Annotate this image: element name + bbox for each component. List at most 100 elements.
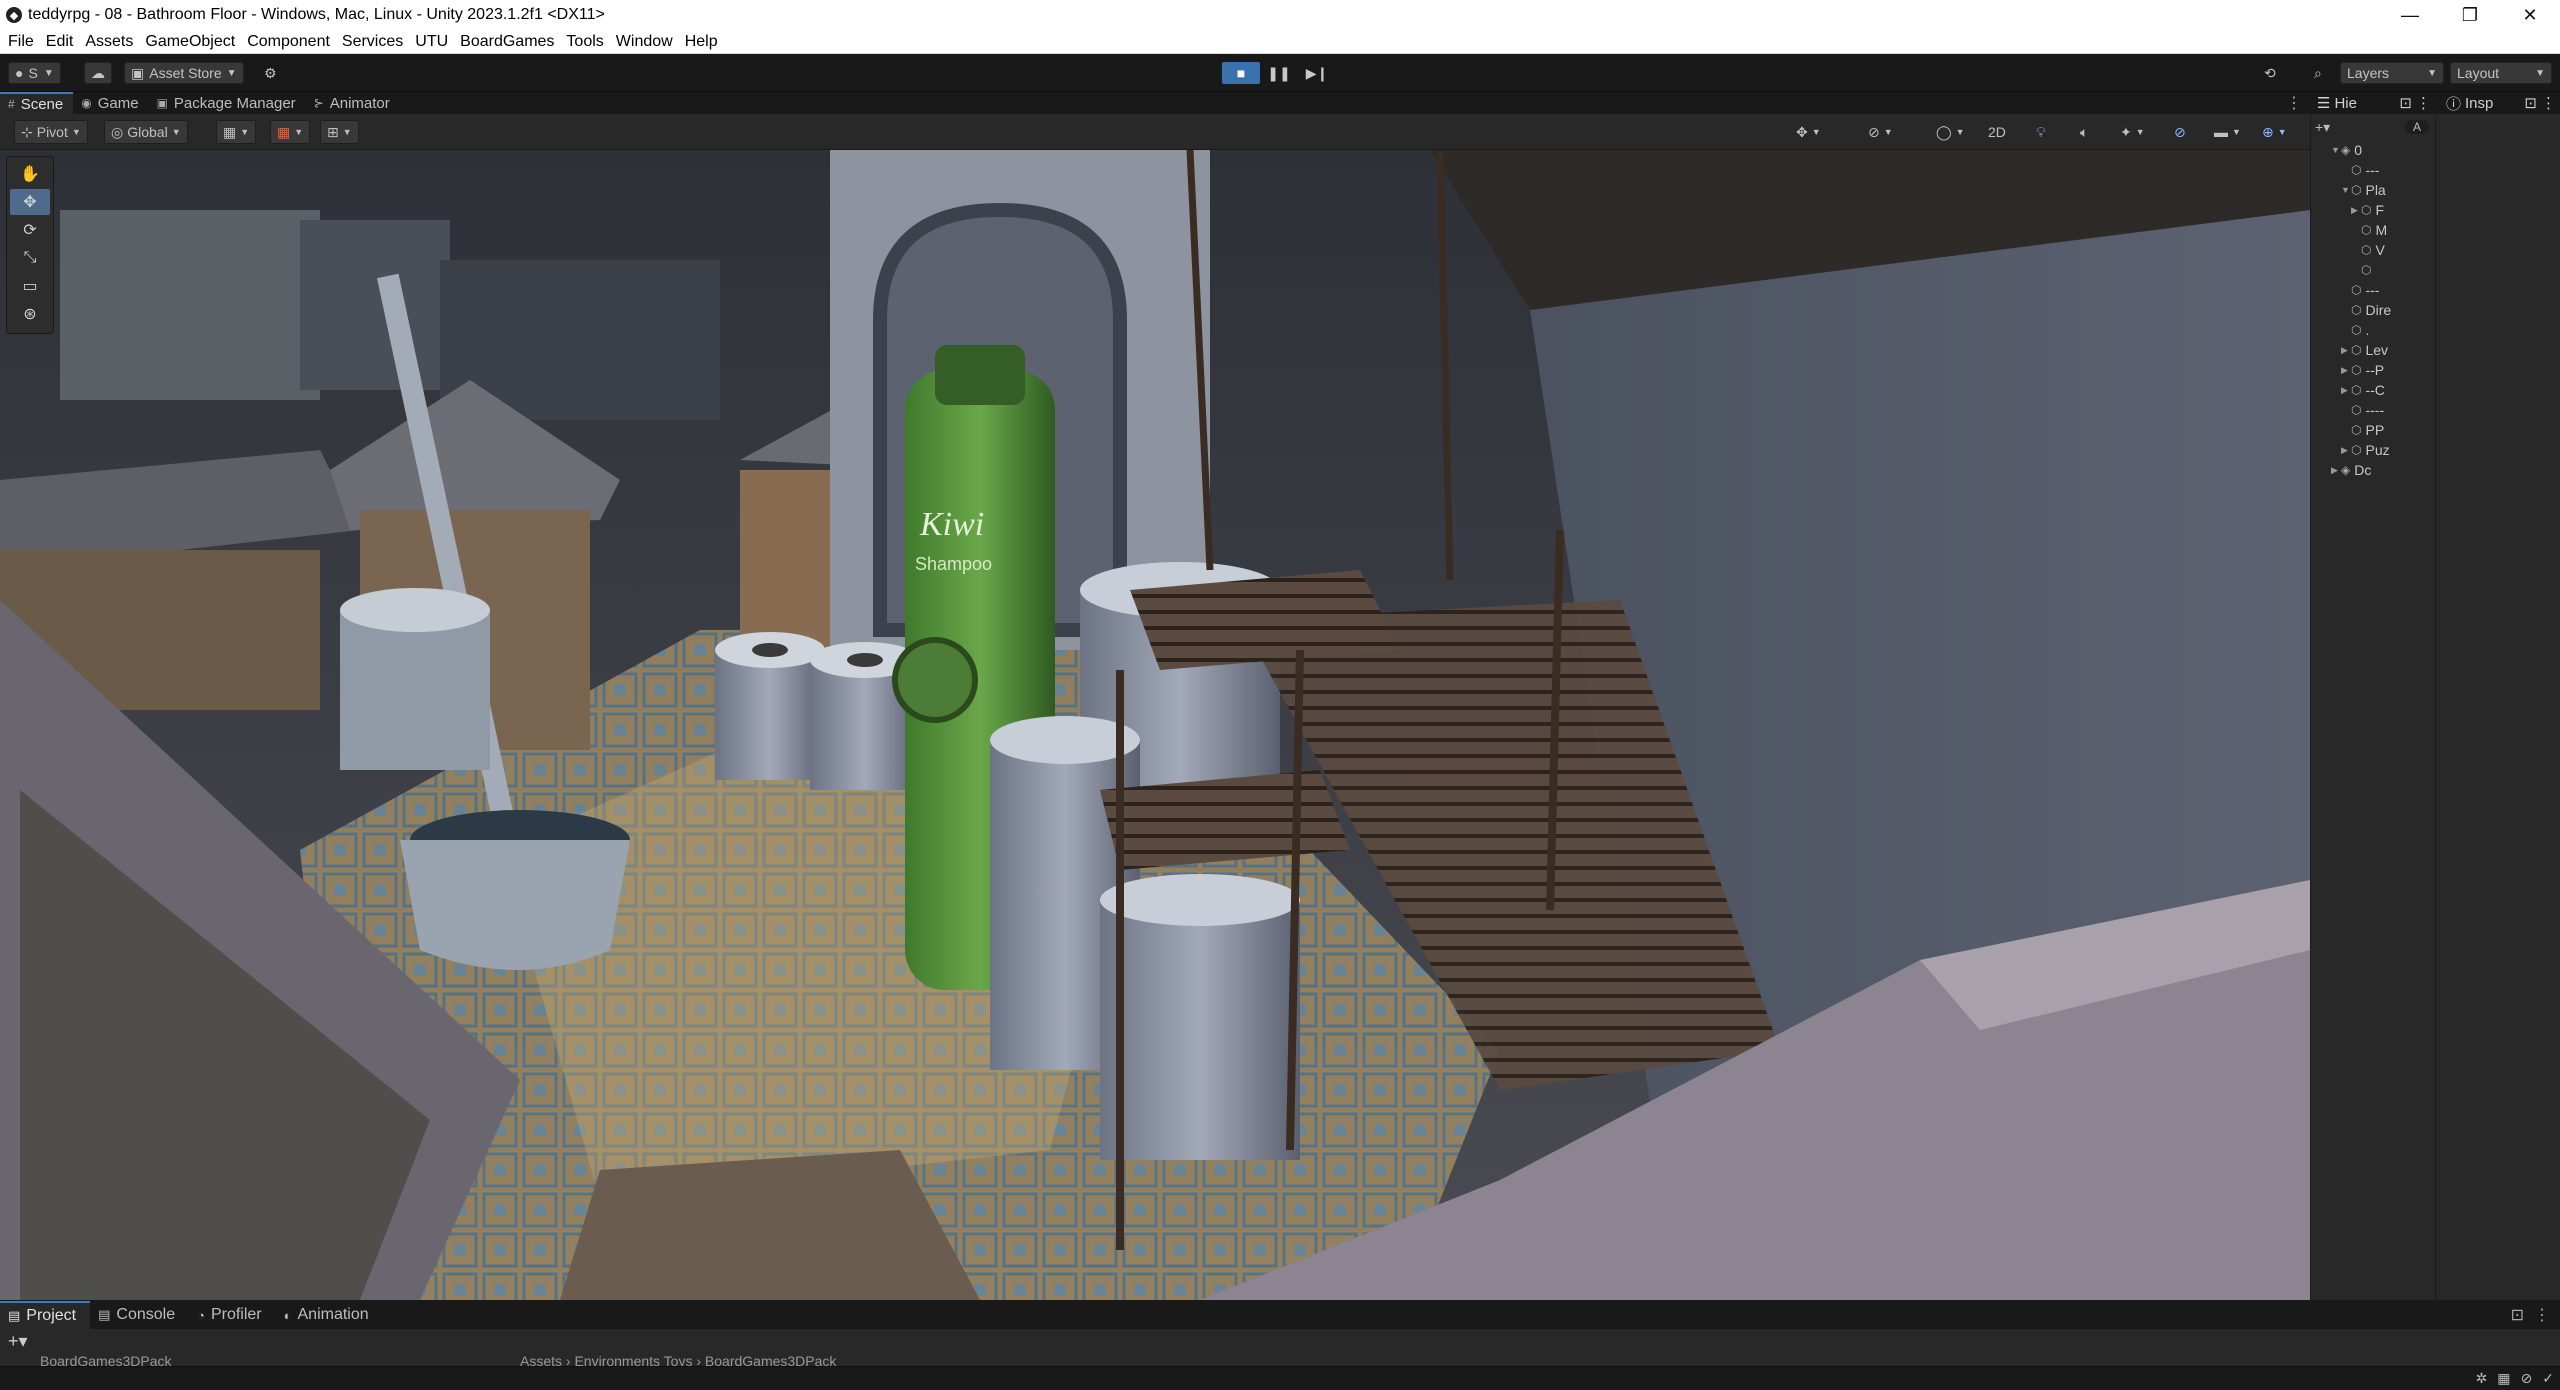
gizmos-dropdown[interactable]: ⊕ ▼ [2256,120,2293,144]
hierarchy-row[interactable]: ⬡ [2331,260,2435,280]
expand-arrow-icon[interactable]: ▶ [2351,205,2361,216]
search-button[interactable]: ⌕ [2308,62,2328,84]
hierarchy-row[interactable]: ⬡ M [2331,220,2435,240]
create-asset-button[interactable]: +▾ [8,1331,28,1352]
tab-profiler[interactable]: ◔ Profiler [189,1301,276,1329]
grid-plane-dropdown[interactable]: ⊞ ▼ [320,120,359,144]
lock-icon[interactable]: ⊡ [2511,1305,2524,1325]
services-button[interactable]: ⚙ [258,62,283,84]
add-icon[interactable]: +▾ [2315,119,2330,136]
check-icon[interactable]: ✓ [2542,1370,2554,1387]
menu-assets[interactable]: Assets [85,33,133,51]
menu-help[interactable]: Help [685,33,718,51]
hierarchy-row[interactable]: ⬡. [2331,320,2435,340]
transform-tool-icon[interactable]: ⊛ [10,301,50,327]
hierarchy-row[interactable]: ⬡ --- [2331,280,2435,300]
stop-button[interactable]: ■ [1222,62,1260,84]
menu-tools[interactable]: Tools [566,33,603,51]
lighting-toggle[interactable]: 💡︎ [2030,120,2052,144]
layers-dropdown[interactable]: Layers ▼ [2340,62,2444,84]
expand-arrow-icon[interactable]: ▶ [2341,445,2351,456]
history-button[interactable]: ⟲ [2258,62,2282,84]
hierarchy-row[interactable]: ▶ ◈ Dc [2331,460,2435,480]
expand-arrow-icon[interactable]: ▶ [2341,385,2351,396]
snap-increment-dropdown[interactable]: ▦ ▼ [270,120,311,144]
menu-gameobject[interactable]: GameObject [145,33,235,51]
menu-boardgames[interactable]: BoardGames [460,33,554,51]
expand-arrow-icon[interactable]: ▶ [2331,465,2341,476]
audio-toggle[interactable]: 🔈︎ [2074,120,2094,144]
orientation-dropdown[interactable]: ✥ ▼ [1790,120,1827,144]
lock-icon[interactable]: ⊡ [2399,94,2412,112]
layout-dropdown[interactable]: Layout ▼ [2450,62,2552,84]
cache-icon[interactable]: ▦ [2497,1370,2510,1387]
tab-game[interactable]: ◉ Game [73,92,148,114]
gameobject-icon: ◈ [2341,463,2351,477]
tab-console[interactable]: ▤ Console [90,1301,189,1329]
camera-dropdown[interactable]: ▬ ▼ [2208,120,2247,144]
account-button[interactable]: ● S ▼ [8,62,61,84]
lock-icon[interactable]: ⊡ [2524,94,2537,112]
expand-arrow-icon[interactable]: ▶ [2341,365,2351,376]
draw-mode-dropdown[interactable]: ⊘ ▼ [1862,120,1899,144]
step-button[interactable]: ▶❙ [1298,62,1336,84]
rect-tool-icon[interactable]: ▭ [10,273,50,299]
cloud-button[interactable]: ☁ [84,62,112,84]
maximize-button[interactable]: ❐ [2440,0,2500,30]
hierarchy-row[interactable]: ▶ ⬡ --C [2331,380,2435,400]
global-dropdown[interactable]: ◎ Global ▼ [104,120,188,144]
animation-icon: ◐ [283,1307,292,1323]
kebab-menu-icon[interactable]: ⋮ [2534,1305,2550,1325]
menu-window[interactable]: Window [616,33,673,51]
minimize-button[interactable]: — [2380,0,2440,30]
hierarchy-row[interactable]: ⬡ Dire [2331,300,2435,320]
sphere-icon: ◯ [1936,123,1952,140]
hierarchy-row[interactable]: ⬡ PP [2331,420,2435,440]
scale-tool-icon[interactable]: ⤡ [10,245,50,271]
menu-file[interactable]: File [8,33,34,51]
hierarchy-row[interactable]: ▶ ⬡ Puz [2331,440,2435,460]
kebab-menu-icon[interactable]: ⋮ [2416,94,2431,112]
debug-icon[interactable]: ✲ [2476,1370,2488,1387]
hierarchy-row[interactable]: ⬡ V [2331,240,2435,260]
tab-animation[interactable]: ◐ Animation [276,1301,383,1329]
menu-services[interactable]: Services [342,33,403,51]
grid-snap-dropdown[interactable]: ▦ ▼ [216,120,257,144]
menu-component[interactable]: Component [247,33,330,51]
hierarchy-row[interactable]: ⬡ --- [2331,160,2435,180]
gameobject-icon: ⬡ [2351,443,2362,457]
hierarchy-row[interactable]: ▼ ⬡ Pla [2331,180,2435,200]
hierarchy-row[interactable]: ⬡ ---- [2331,400,2435,420]
mode-2d-toggle[interactable]: 2D [1982,120,2012,144]
menu-utu[interactable]: UTU [415,33,448,51]
rotate-tool-icon[interactable]: ⟳ [10,217,50,243]
expand-arrow-icon[interactable]: ▼ [2341,185,2351,195]
scene-visibility-toggle[interactable]: ⊘ [2168,120,2192,144]
move-tool-icon[interactable]: ✥ [10,189,50,215]
hierarchy-row[interactable]: ▶ ⬡ F [2331,200,2435,220]
kebab-menu-icon[interactable]: ⋮ [2541,94,2556,112]
tab-menu-icon[interactable]: ⋮ [2286,93,2302,113]
hand-tool-icon[interactable]: ✋ [10,161,50,187]
menu-edit[interactable]: Edit [46,33,74,51]
hierarchy-row[interactable]: ▼ ◈ 0 [2331,140,2435,160]
effects-dropdown[interactable]: ✦ ▼ [2114,120,2151,144]
hierarchy-row[interactable]: ▶ ⬡ --P [2331,360,2435,380]
expand-arrow-icon[interactable]: ▶ [2341,345,2351,356]
scene-render: Kiwi Shampoo [0,150,2310,1300]
tab-scene[interactable]: # Scene [0,92,74,114]
tab-package-manager[interactable]: ▣ Package Manager [149,92,306,114]
asset-store-button[interactable]: ▣ Asset Store ▼ [124,62,244,84]
tab-animator[interactable]: ⊱ Animator [306,92,400,114]
pause-button[interactable]: ❚❚ [1260,62,1298,84]
pivot-dropdown[interactable]: ⊹ Pivot ▼ [14,120,88,144]
shading-dropdown[interactable]: ◯ ▼ [1930,120,1971,144]
gameobject-icon: ⬡ [2351,423,2362,437]
tab-project[interactable]: ▤ Project [0,1301,91,1329]
network-icon[interactable]: ⊘ [2521,1370,2533,1387]
scene-viewport[interactable]: Kiwi Shampoo ✋ ✥ ⟳ ⤡ ▭ ⊛ [0,150,2310,1300]
close-button[interactable]: ✕ [2500,0,2560,30]
hierarchy-search-input[interactable]: A [2404,120,2429,134]
hierarchy-row[interactable]: ▶ ⬡ Lev [2331,340,2435,360]
expand-arrow-icon[interactable]: ▼ [2331,145,2341,155]
